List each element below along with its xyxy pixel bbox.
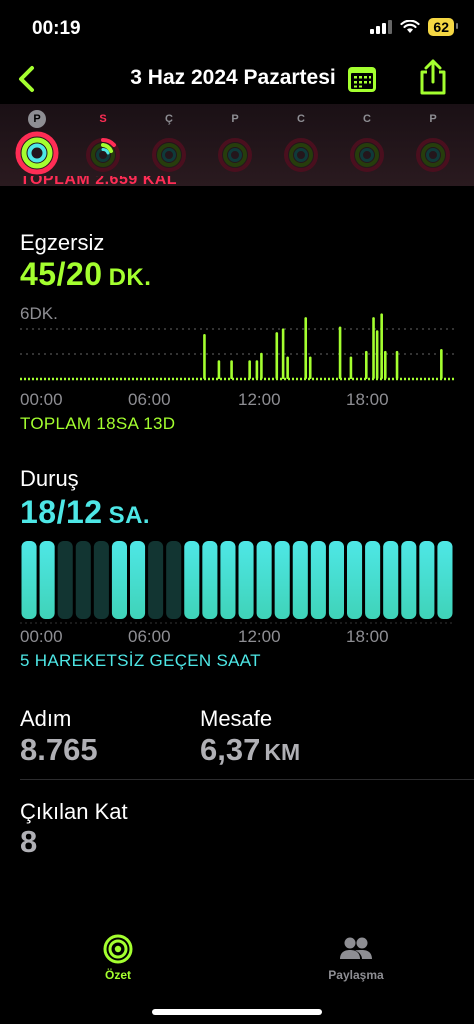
stand-chart: [20, 541, 454, 624]
stand-hour-achieved: [365, 541, 381, 619]
stand-hour-achieved: [202, 541, 218, 619]
stand-hour-achieved: [347, 541, 363, 619]
distance-value: 6,37 KM: [200, 732, 301, 767]
stand-hour-missed: [148, 541, 164, 619]
tab-sharing[interactable]: Paylaşma: [296, 934, 416, 982]
stand-hour-achieved: [238, 541, 254, 619]
stand-hour-achieved: [383, 541, 399, 619]
tab-summary-label: Özet: [104, 968, 131, 982]
floors-label: Çıkılan Kat: [20, 799, 128, 824]
people-icon: [340, 937, 372, 959]
summary-rings-icon: [103, 934, 133, 964]
stand-hour-achieved: [256, 541, 272, 619]
stand-hour-achieved: [310, 541, 326, 619]
stand-hour-achieved: [130, 541, 146, 619]
stand-axis-0: 00:00: [20, 627, 63, 646]
stand-hour-achieved: [419, 541, 435, 619]
stand-hour-achieved: [292, 541, 308, 619]
home-indicator: [152, 1009, 322, 1015]
stand-hour-achieved: [184, 541, 200, 619]
distance-label: Mesafe: [200, 706, 273, 731]
stand-hour-achieved: [111, 541, 127, 619]
stand-hour-missed: [166, 541, 182, 619]
stand-hour-achieved: [21, 541, 37, 619]
stand-hour-achieved: [220, 541, 236, 619]
stand-hour-achieved: [39, 541, 55, 619]
stand-hour-achieved: [328, 541, 344, 619]
stand-axis-3: 18:00: [346, 627, 389, 646]
stand-axis-2: 12:00: [238, 627, 281, 646]
stand-axis-1: 06:00: [128, 627, 171, 646]
divider: [20, 779, 474, 780]
stand-hour-missed: [75, 541, 91, 619]
stand-total: 5 HAREKETSİZ GEÇEN SAAT: [20, 651, 261, 670]
stand-hour-achieved: [401, 541, 417, 619]
stand-hour-achieved: [274, 541, 290, 619]
tab-summary[interactable]: Özet: [58, 934, 178, 982]
stand-hour-missed: [57, 541, 73, 619]
stand-hour-achieved: [437, 541, 453, 619]
steps-value: 8.765: [20, 732, 98, 767]
tab-sharing-label: Paylaşma: [328, 968, 384, 982]
stand-hour-missed: [93, 541, 109, 619]
steps-label: Adım: [20, 706, 72, 731]
floors-value: 8: [20, 824, 38, 859]
